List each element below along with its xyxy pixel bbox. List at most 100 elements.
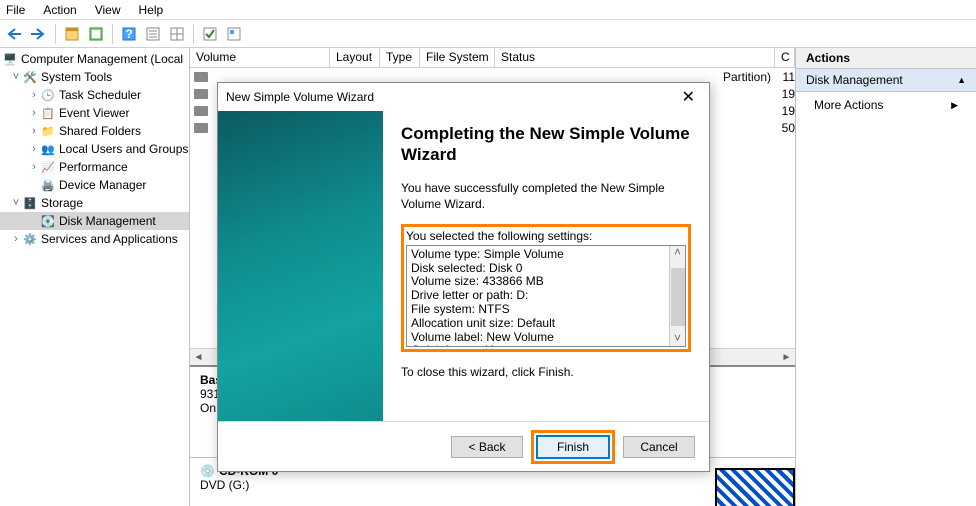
settings-list[interactable]: Volume type: Simple Volume Disk selected… [406,245,686,347]
tree-storage[interactable]: ˅🗄️Storage [0,194,189,212]
tree-systools[interactable]: ˅🛠️System Tools [0,68,189,86]
scroll-right-icon[interactable]: ► [778,349,795,366]
cdrom-sub: DVD (G:) [200,478,785,492]
expand-icon[interactable]: ▶ [951,100,958,111]
scroll-thumb[interactable] [671,268,685,326]
chevron-right-icon[interactable]: › [28,143,40,155]
col-status[interactable]: Status [495,48,775,67]
setting-line: Allocation unit size: Default [411,317,681,331]
col-layout[interactable]: Layout [330,48,380,67]
tree-shared[interactable]: ›📁Shared Folders [0,122,189,140]
wizard-content: Completing the New Simple Volume Wizard … [383,111,709,421]
setting-line: Volume type: Simple Volume [411,248,681,262]
tree-users[interactable]: ›👥Local Users and Groups [0,140,189,158]
wizard-buttons: < Back Finish Cancel [218,421,709,471]
forward-icon[interactable] [28,23,50,45]
list-icon[interactable] [142,23,164,45]
wizard-heading: Completing the New Simple Volume Wizard [401,123,691,166]
tree-devmgr[interactable]: 🖨️Device Manager [0,176,189,194]
storage-icon: 🗄️ [22,195,38,211]
chevron-right-icon[interactable]: › [28,125,40,137]
device-icon: 🖨️ [40,177,56,193]
folder-icon: 📁 [40,123,56,139]
setting-line: File system: NTFS [411,303,681,317]
actions-more[interactable]: More Actions▶ [796,92,976,118]
cell-c: 19 [775,87,795,101]
cell-c: 11 [775,70,795,84]
chevron-down-icon[interactable]: ˅ [10,197,22,209]
collapse-icon[interactable]: ▲ [957,75,966,85]
scroll-down-icon[interactable]: ˅ [674,332,681,346]
services-icon: ⚙️ [22,231,38,247]
volume-icon [194,72,208,82]
props-icon[interactable] [223,23,245,45]
cell-c: 19 [775,104,795,118]
grid-icon[interactable] [166,23,188,45]
toolbar: ? [0,20,976,48]
chevron-right-icon[interactable]: › [28,107,40,119]
col-c[interactable]: C [775,48,795,67]
setting-line: Disk selected: Disk 0 [411,262,681,276]
settings-scrollbar[interactable]: ˄˅ [669,246,685,346]
finish-highlight: Finish [531,430,615,464]
menu-file[interactable]: File [6,3,25,17]
wizard-title: New Simple Volume Wizard [226,90,374,104]
setting-line: Drive letter or path: D: [411,289,681,303]
panel-icon[interactable] [61,23,83,45]
help-icon[interactable]: ? [118,23,140,45]
chevron-right-icon[interactable]: › [28,161,40,173]
setting-line: Volume label: New Volume [411,331,681,345]
close-icon[interactable]: ✕ [676,87,701,107]
actions-pane: Actions Disk Management▲ More Actions▶ [796,48,976,506]
volume-icon [194,106,208,116]
cell-c: 50 [775,121,795,135]
col-fs[interactable]: File System [420,48,495,67]
back-icon[interactable] [4,23,26,45]
wizard-close-hint: To close this wizard, click Finish. [401,364,691,380]
actions-section[interactable]: Disk Management▲ [796,69,976,92]
grid-header: Volume Layout Type File System Status C [190,48,795,68]
volume-icon [194,89,208,99]
cell-status: Partition) [723,70,771,84]
tree-services[interactable]: ›⚙️Services and Applications [0,230,189,248]
nav-tree: 🖥️Computer Management (Local ˅🛠️System T… [0,48,190,506]
cdrom-icon: 💿 [200,464,215,478]
finish-button[interactable]: Finish [537,436,609,458]
refresh-icon[interactable] [85,23,107,45]
col-type[interactable]: Type [380,48,420,67]
tree-task[interactable]: ›🕒Task Scheduler [0,86,189,104]
scroll-up-icon[interactable]: ˄ [674,246,681,260]
scroll-left-icon[interactable]: ◄ [190,349,207,366]
partition-graphic[interactable]: GBated [715,468,795,506]
users-icon: 👥 [40,141,56,157]
tree-root[interactable]: 🖥️Computer Management (Local [0,50,189,68]
wrench-icon: 🛠️ [22,69,38,85]
chevron-right-icon[interactable]: › [10,233,22,245]
back-button[interactable]: < Back [451,436,523,458]
setting-line: Quick format: Yes [411,344,681,346]
tree-event[interactable]: ›📋Event Viewer [0,104,189,122]
clock-icon: 🕒 [40,87,56,103]
disk-icon: 💽 [40,213,56,229]
tree-perf[interactable]: ›📈Performance [0,158,189,176]
chevron-down-icon[interactable]: ˅ [10,71,22,83]
checklist-icon[interactable] [199,23,221,45]
actions-title: Actions [796,48,976,69]
tree-diskmgmt[interactable]: 💽Disk Management [0,212,189,230]
event-icon: 📋 [40,105,56,121]
menu-bar: File Action View Help [0,0,976,20]
svg-text:?: ? [125,27,132,41]
cancel-button[interactable]: Cancel [623,436,695,458]
wizard-sidebar [218,111,383,421]
wizard-intro: You have successfully completed the New … [401,180,691,212]
menu-action[interactable]: Action [43,3,76,17]
menu-view[interactable]: View [95,3,121,17]
col-volume[interactable]: Volume [190,48,330,67]
wizard-titlebar: New Simple Volume Wizard ✕ [218,83,709,111]
wizard-dialog: New Simple Volume Wizard ✕ Completing th… [217,82,710,472]
chevron-right-icon[interactable]: › [28,89,40,101]
menu-help[interactable]: Help [139,3,164,17]
setting-line: Volume size: 433866 MB [411,275,681,289]
computer-icon: 🖥️ [2,51,18,67]
settings-highlight: You selected the following settings: Vol… [401,224,691,352]
